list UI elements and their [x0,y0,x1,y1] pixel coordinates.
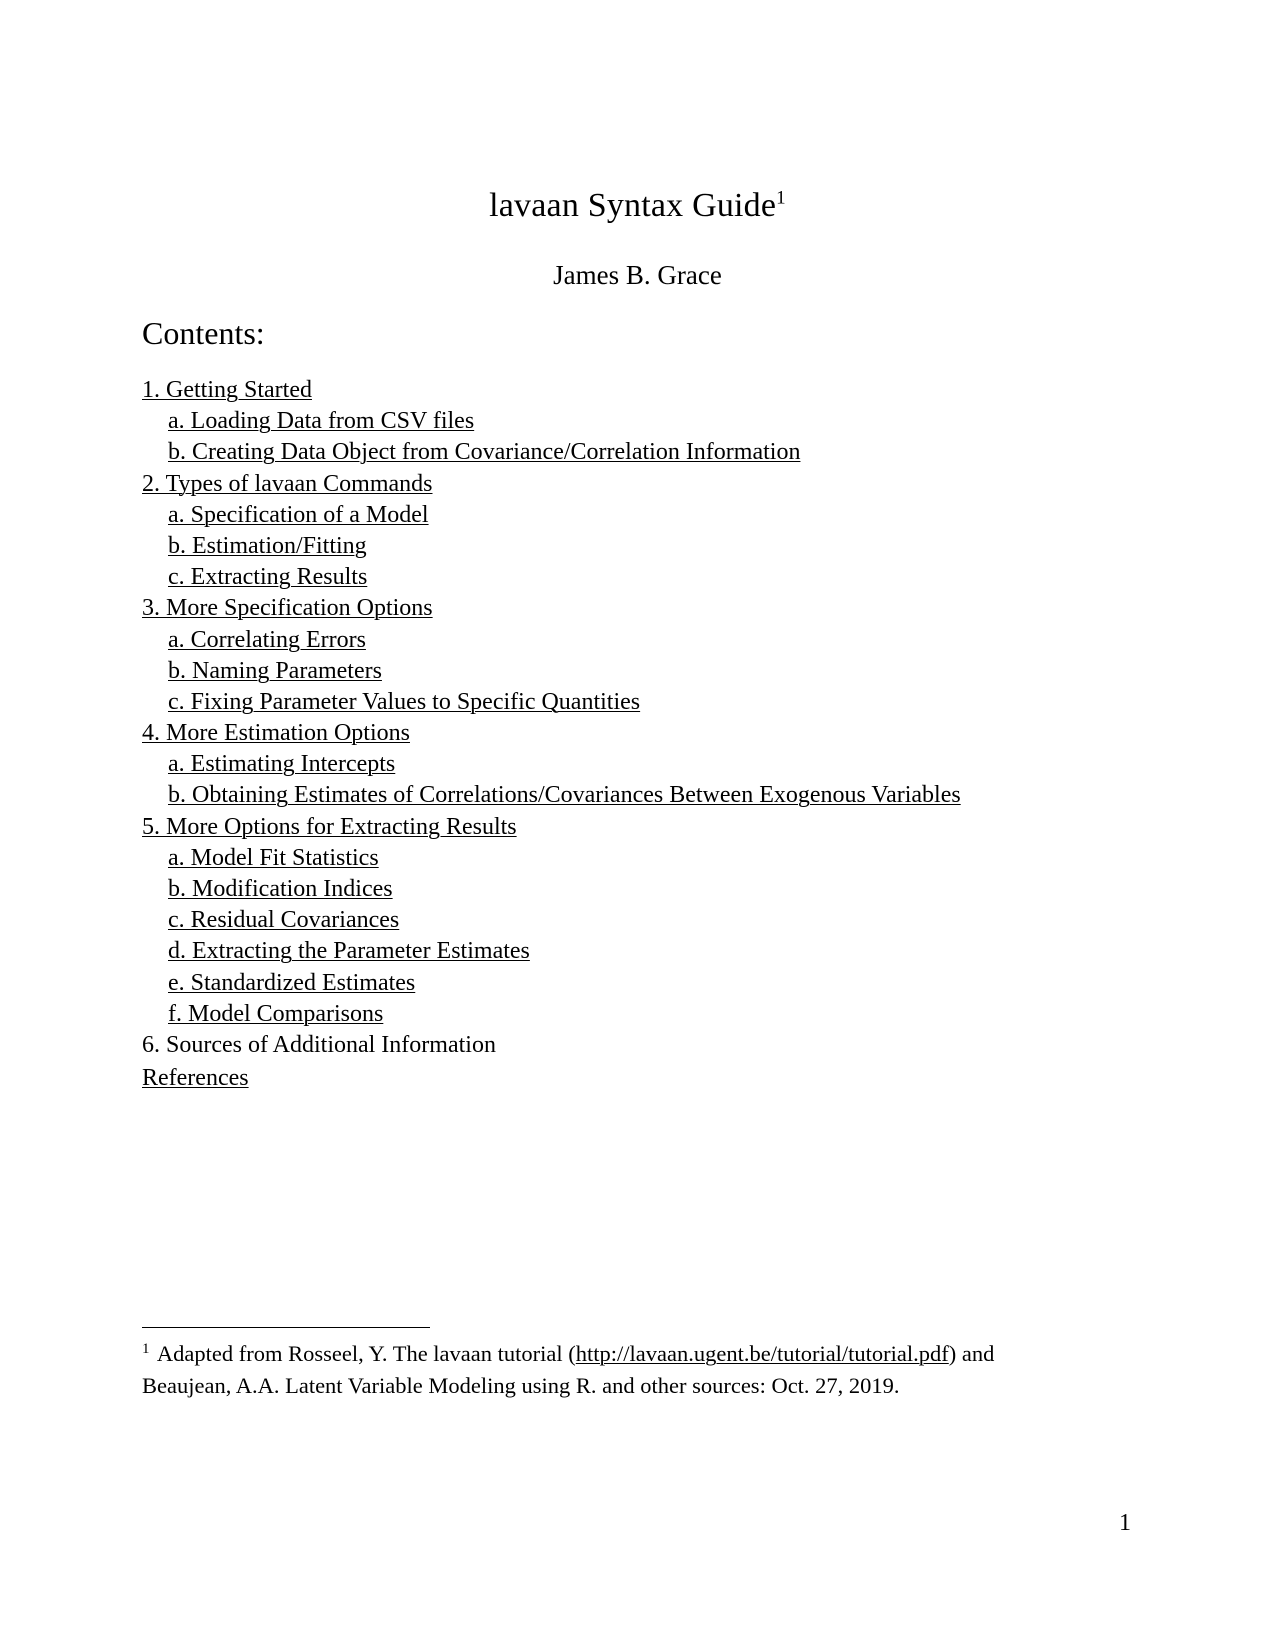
document-author: James B. Grace [553,260,722,290]
toc-link[interactable]: c. Extracting Results [168,564,367,590]
toc-link[interactable]: a. Model Fit Statistics [168,845,379,871]
toc-link[interactable]: b. Obtaining Estimates of Correlations/C… [168,782,961,808]
toc-entry[interactable]: e. Standardized Estimates [142,968,1122,999]
toc-entry[interactable]: 1. Getting Started [142,375,1122,406]
page-number: 1 [1119,1510,1131,1536]
footnote-url-link[interactable]: http://lavaan.ugent.be/tutorial/tutorial… [576,1341,949,1366]
toc-entry[interactable]: d. Extracting the Parameter Estimates [142,936,1122,967]
toc-entry[interactable]: a. Correlating Errors [142,625,1122,656]
toc-entry[interactable]: b. Obtaining Estimates of Correlations/C… [142,780,1122,811]
footnote-separator [142,1327,430,1328]
toc-entry[interactable]: b. Creating Data Object from Covariance/… [142,437,1122,468]
toc-link[interactable]: 2. Types of lavaan Commands [142,471,433,497]
toc-link[interactable]: b. Modification Indices [168,876,393,902]
toc-link[interactable]: b. Estimation/Fitting [168,533,367,559]
toc-link[interactable]: d. Extracting the Parameter Estimates [168,938,530,964]
toc-label: 6. Sources of Additional Information [142,1031,496,1058]
footnote: 1 Adapted from Rosseel, Y. The lavaan tu… [142,1338,1072,1402]
toc-entry[interactable]: c. Extracting Results [142,562,1122,593]
footnote-text-before-url: Adapted from Rosseel, Y. The lavaan tuto… [152,1341,576,1366]
toc-entry[interactable]: 4. More Estimation Options [142,718,1122,749]
toc-entry[interactable]: a. Model Fit Statistics [142,843,1122,874]
toc-entry[interactable]: a. Estimating Intercepts [142,749,1122,780]
toc-entry: 6. Sources of Additional Information [142,1030,1122,1061]
toc-link[interactable]: 1. Getting Started [142,377,312,403]
toc-link[interactable]: a. Correlating Errors [168,627,366,653]
title-footnote-marker: 1 [776,187,786,209]
document-page: lavaan Syntax Guide1 James B. Grace Cont… [0,0,1275,1650]
toc-entry[interactable]: 5. More Options for Extracting Results [142,812,1122,843]
toc-link[interactable]: a. Loading Data from CSV files [168,408,474,434]
toc-entry[interactable]: 3. More Specification Options [142,593,1122,624]
footnote-marker: 1 [142,1340,150,1357]
contents-heading: Contents: [142,315,265,351]
toc-entry-references[interactable]: References [142,1063,249,1094]
toc-entry[interactable]: f. Model Comparisons [142,999,1122,1030]
toc-link[interactable]: a. Specification of a Model [168,502,429,528]
toc-entry[interactable]: b. Estimation/Fitting [142,531,1122,562]
toc-link[interactable]: c. Residual Covariances [168,907,399,933]
toc-entry[interactable]: a. Loading Data from CSV files [142,406,1122,437]
toc-entry[interactable]: a. Specification of a Model [142,500,1122,531]
page-title: lavaan Syntax Guide1 [0,186,1275,226]
toc-link[interactable]: e. Standardized Estimates [168,970,415,996]
toc-link[interactable]: a. Estimating Intercepts [168,751,395,777]
table-of-contents: 1. Getting Started a. Loading Data from C… [142,375,1122,1061]
toc-entry[interactable]: c. Fixing Parameter Values to Specific Q… [142,687,1122,718]
toc-link[interactable]: 4. More Estimation Options [142,720,410,746]
toc-link[interactable]: b. Naming Parameters [168,658,382,684]
toc-link[interactable]: f. Model Comparisons [168,1001,383,1027]
toc-link-references[interactable]: References [142,1065,249,1091]
toc-link[interactable]: b. Creating Data Object from Covariance/… [168,439,800,465]
toc-entry[interactable]: b. Naming Parameters [142,656,1122,687]
toc-link[interactable]: c. Fixing Parameter Values to Specific Q… [168,689,640,715]
toc-entry[interactable]: c. Residual Covariances [142,905,1122,936]
toc-link[interactable]: 3. More Specification Options [142,595,433,621]
toc-link[interactable]: 5. More Options for Extracting Results [142,814,517,840]
toc-entry[interactable]: 2. Types of lavaan Commands [142,469,1122,500]
toc-entry[interactable]: b. Modification Indices [142,874,1122,905]
page-title-text: lavaan Syntax Guide [489,187,777,224]
